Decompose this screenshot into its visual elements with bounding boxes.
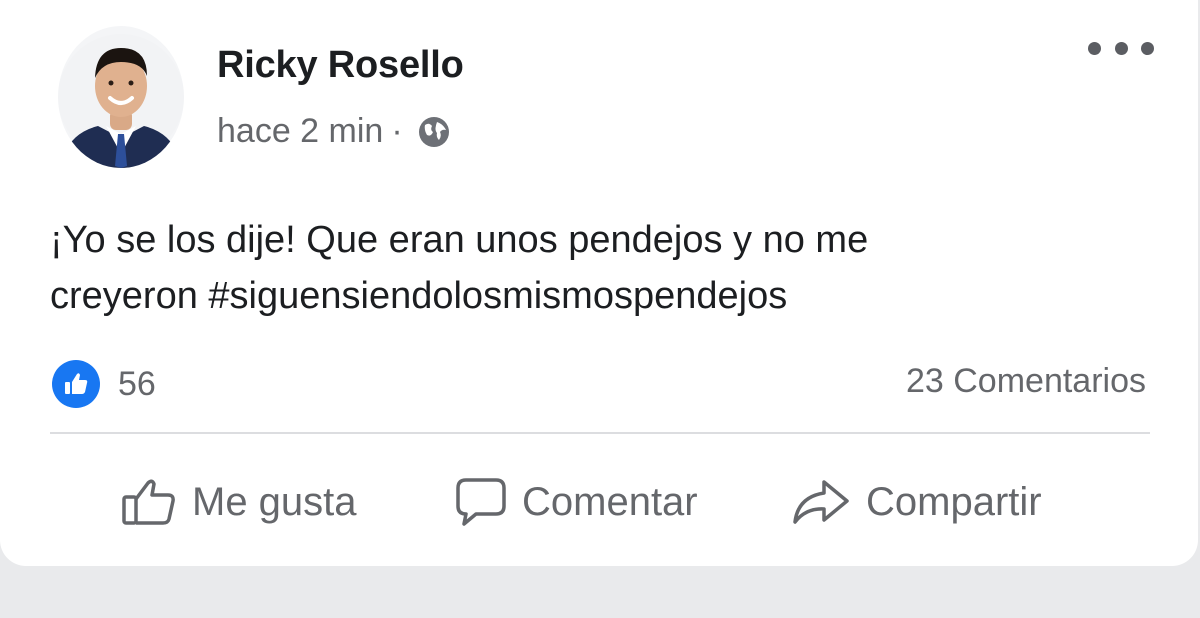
- like-label: Me gusta: [192, 479, 357, 524]
- comment-count[interactable]: 23 Comentarios: [906, 362, 1146, 401]
- post-timestamp[interactable]: hace 2 min: [217, 112, 383, 151]
- reaction-count: 56: [118, 364, 156, 403]
- post-meta: hace 2 min ·: [217, 112, 453, 151]
- thumbs-up-icon: [122, 479, 175, 525]
- reactions-summary[interactable]: 56: [52, 360, 156, 408]
- post-text: ¡Yo se los dije! Que eran unos pendejos …: [50, 219, 869, 317]
- more-dot: [1141, 41, 1154, 55]
- share-button[interactable]: Compartir: [790, 470, 1042, 534]
- like-button[interactable]: Me gusta: [120, 470, 357, 534]
- author-name[interactable]: Ricky Rosello: [217, 44, 464, 87]
- more-dot: [1088, 41, 1101, 55]
- more-options-icon[interactable]: [1088, 38, 1154, 58]
- share-arrow-icon: [793, 480, 849, 524]
- comment-label: Comentar: [522, 479, 698, 524]
- meta-separator: ·: [391, 112, 403, 150]
- comment-bubble-icon: [456, 478, 506, 526]
- share-label: Compartir: [866, 479, 1042, 524]
- more-dot: [1114, 41, 1128, 55]
- divider: [50, 432, 1150, 434]
- like-icon: [52, 360, 100, 408]
- globe-icon: [415, 113, 453, 151]
- comment-button[interactable]: Comentar: [454, 470, 698, 534]
- action-bar: Me gusta Comentar Compartir: [0, 470, 1198, 534]
- avatar[interactable]: [58, 26, 184, 168]
- post-card: Ricky Rosello hace 2 min · ¡Yo se los di…: [0, 0, 1198, 566]
